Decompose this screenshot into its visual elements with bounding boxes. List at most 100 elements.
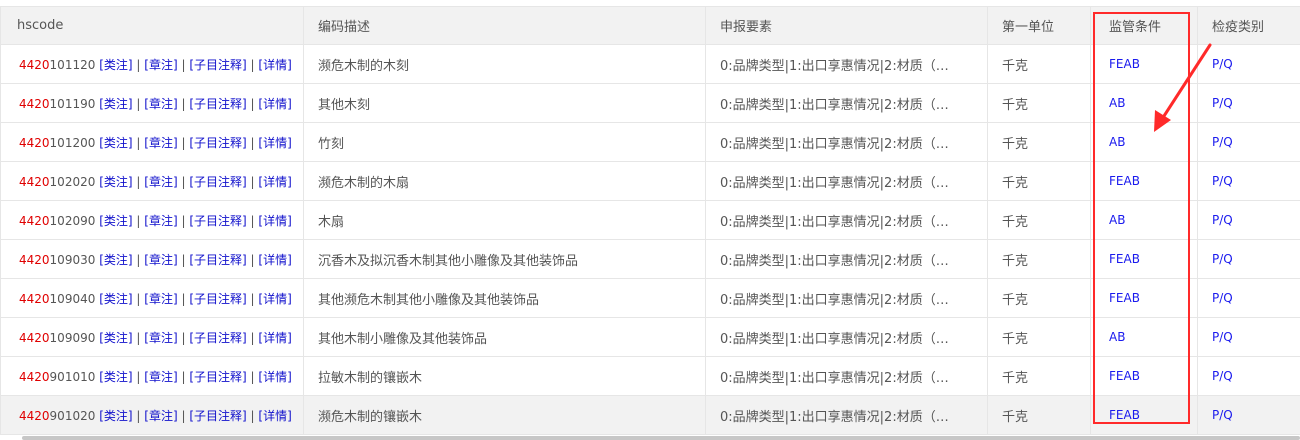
declaration-elements-cell: 0:品牌类型|1:出口享惠情况|2:材质（… — [705, 200, 988, 240]
class-note-link[interactable]: [类注] — [99, 409, 132, 423]
details-link[interactable]: [详情] — [258, 331, 291, 345]
header-first-unit: 第一单位 — [987, 6, 1091, 45]
class-note-link[interactable]: [类注] — [99, 331, 132, 345]
first-unit-cell: 千克 — [987, 239, 1091, 279]
link-separator: | — [250, 96, 255, 111]
declaration-elements-cell: 0:品牌类型|1:出口享惠情况|2:材质（… — [705, 278, 988, 318]
chapter-note-link[interactable]: [章注] — [144, 409, 177, 423]
hscode-prefix: 4420 — [19, 369, 50, 384]
quarantine-category-cell[interactable]: P/Q — [1197, 317, 1300, 357]
details-link[interactable]: [详情] — [258, 370, 291, 384]
details-link[interactable]: [详情] — [258, 292, 291, 306]
subheading-note-link[interactable]: [子目注释] — [189, 175, 246, 189]
link-separator: | — [181, 57, 186, 72]
declaration-elements-cell: 0:品牌类型|1:出口享惠情况|2:材质（… — [705, 161, 988, 201]
hscode-cell: 4420101120 [类注] | [章注] | [子目注释] | [详情] — [0, 44, 304, 84]
details-link[interactable]: [详情] — [258, 409, 291, 423]
quarantine-category-cell[interactable]: P/Q — [1197, 239, 1300, 279]
subheading-note-link[interactable]: [子目注释] — [189, 214, 246, 228]
details-link[interactable]: [详情] — [258, 253, 291, 267]
quarantine-category-cell[interactable]: P/Q — [1197, 44, 1300, 84]
link-separator: | — [136, 408, 141, 423]
class-note-link[interactable]: [类注] — [99, 214, 132, 228]
class-note-link[interactable]: [类注] — [99, 97, 132, 111]
hscode-cell: 4420109030 [类注] | [章注] | [子目注释] | [详情] — [0, 239, 304, 279]
declaration-elements-cell: 0:品牌类型|1:出口享惠情况|2:材质（… — [705, 239, 988, 279]
description-cell: 其他木刻 — [303, 83, 706, 123]
horizontal-scrollbar[interactable] — [22, 436, 1300, 440]
declaration-elements-cell: 0:品牌类型|1:出口享惠情况|2:材质（… — [705, 356, 988, 396]
hscode-prefix: 4420 — [19, 174, 50, 189]
quarantine-category-cell[interactable]: P/Q — [1197, 122, 1300, 162]
link-separator: | — [250, 135, 255, 150]
chapter-note-link[interactable]: [章注] — [144, 370, 177, 384]
hscode-suffix: 901010 — [49, 369, 96, 384]
link-separator: | — [181, 330, 186, 345]
chapter-note-link[interactable]: [章注] — [144, 253, 177, 267]
link-separator: | — [136, 96, 141, 111]
declaration-elements-cell: 0:品牌类型|1:出口享惠情况|2:材质（… — [705, 122, 988, 162]
subheading-note-link[interactable]: [子目注释] — [189, 136, 246, 150]
subheading-note-link[interactable]: [子目注释] — [189, 331, 246, 345]
link-separator: | — [181, 174, 186, 189]
link-separator: | — [136, 369, 141, 384]
subheading-note-link[interactable]: [子目注释] — [189, 58, 246, 72]
hscode-suffix: 901020 — [49, 408, 96, 423]
first-unit-cell: 千克 — [987, 278, 1091, 318]
first-unit-cell: 千克 — [987, 395, 1091, 435]
subheading-note-link[interactable]: [子目注释] — [189, 409, 246, 423]
class-note-link[interactable]: [类注] — [99, 136, 132, 150]
quarantine-category-cell[interactable]: P/Q — [1197, 161, 1300, 201]
quarantine-category-cell[interactable]: P/Q — [1197, 395, 1300, 435]
link-separator: | — [136, 174, 141, 189]
subheading-note-link[interactable]: [子目注释] — [189, 292, 246, 306]
class-note-link[interactable]: [类注] — [99, 253, 132, 267]
link-separator: | — [181, 252, 186, 267]
link-separator: | — [181, 135, 186, 150]
hscode-cell: 4420102020 [类注] | [章注] | [子目注释] | [详情] — [0, 161, 304, 201]
header-declaration-elements: 申报要素 — [705, 6, 988, 45]
quarantine-category-cell[interactable]: P/Q — [1197, 83, 1300, 123]
first-unit-cell: 千克 — [987, 356, 1091, 396]
details-link[interactable]: [详情] — [258, 97, 291, 111]
hscode-cell: 4420901010 [类注] | [章注] | [子目注释] | [详情] — [0, 356, 304, 396]
chapter-note-link[interactable]: [章注] — [144, 214, 177, 228]
class-note-link[interactable]: [类注] — [99, 175, 132, 189]
description-cell: 木扇 — [303, 200, 706, 240]
link-separator: | — [250, 252, 255, 267]
details-link[interactable]: [详情] — [258, 136, 291, 150]
subheading-note-link[interactable]: [子目注释] — [189, 370, 246, 384]
chapter-note-link[interactable]: [章注] — [144, 97, 177, 111]
chapter-note-link[interactable]: [章注] — [144, 175, 177, 189]
details-link[interactable]: [详情] — [258, 214, 291, 228]
subheading-note-link[interactable]: [子目注释] — [189, 97, 246, 111]
class-note-link[interactable]: [类注] — [99, 370, 132, 384]
details-link[interactable]: [详情] — [258, 175, 291, 189]
class-note-link[interactable]: [类注] — [99, 58, 132, 72]
hscode-prefix: 4420 — [19, 213, 50, 228]
details-link[interactable]: [详情] — [258, 58, 291, 72]
quarantine-category-cell[interactable]: P/Q — [1197, 356, 1300, 396]
description-cell: 拉敏木制的镶嵌木 — [303, 356, 706, 396]
chapter-note-link[interactable]: [章注] — [144, 331, 177, 345]
chapter-note-link[interactable]: [章注] — [144, 292, 177, 306]
link-separator: | — [250, 291, 255, 306]
description-cell: 濒危木制的木扇 — [303, 161, 706, 201]
link-separator: | — [181, 408, 186, 423]
hscode-cell: 4420101190 [类注] | [章注] | [子目注释] | [详情] — [0, 83, 304, 123]
link-separator: | — [136, 57, 141, 72]
subheading-note-link[interactable]: [子目注释] — [189, 253, 246, 267]
description-cell: 其他濒危木制其他小雕像及其他装饰品 — [303, 278, 706, 318]
quarantine-category-cell[interactable]: P/Q — [1197, 278, 1300, 318]
hscode-prefix: 4420 — [19, 57, 50, 72]
link-separator: | — [250, 57, 255, 72]
quarantine-category-cell[interactable]: P/Q — [1197, 200, 1300, 240]
link-separator: | — [136, 252, 141, 267]
chapter-note-link[interactable]: [章注] — [144, 136, 177, 150]
chapter-note-link[interactable]: [章注] — [144, 58, 177, 72]
link-separator: | — [181, 96, 186, 111]
link-separator: | — [136, 330, 141, 345]
class-note-link[interactable]: [类注] — [99, 292, 132, 306]
hscode-prefix: 4420 — [19, 252, 50, 267]
hscode-prefix: 4420 — [19, 330, 50, 345]
